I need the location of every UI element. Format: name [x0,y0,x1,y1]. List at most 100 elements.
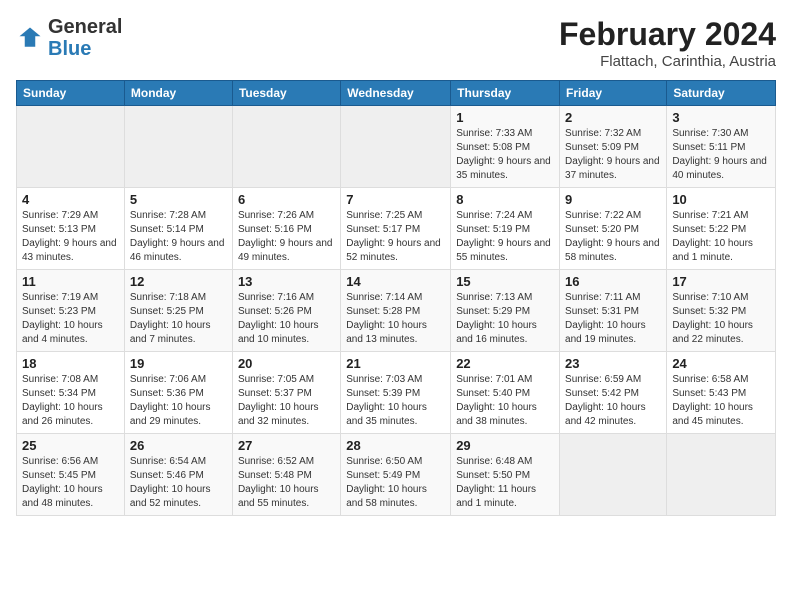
calendar-header-row: SundayMondayTuesdayWednesdayThursdayFrid… [17,81,776,106]
day-number: 24 [672,356,770,371]
column-header-thursday: Thursday [451,81,560,106]
calendar-cell: 22 Sunrise: 7:01 AM Sunset: 5:40 PM Dayli… [451,352,560,434]
day-info: Sunrise: 7:10 AM Sunset: 5:32 PM Dayligh… [672,291,770,347]
column-header-sunday: Sunday [17,81,125,106]
day-info: Sunrise: 7:11 AM Sunset: 5:31 PM Dayligh… [565,291,661,347]
calendar-cell: 23 Sunrise: 6:59 AM Sunset: 5:42 PM Dayli… [560,352,667,434]
column-header-tuesday: Tuesday [232,81,340,106]
calendar-cell: 26 Sunrise: 6:54 AM Sunset: 5:46 PM Dayli… [124,434,232,516]
calendar-week-row: 25Sunrise: 6:56 AM Sunset: 5:45 PM Dayli… [17,434,776,516]
day-number: 20 [238,356,335,371]
day-number: 22 [456,356,554,371]
column-header-wednesday: Wednesday [341,81,451,106]
day-info: Sunrise: 6:59 AM Sunset: 5:42 PM Dayligh… [565,373,661,429]
day-number: 14 [346,274,445,289]
calendar-week-row: 4 Sunrise: 7:29 AM Sunset: 5:13 PM Daylig… [17,188,776,270]
calendar-cell: 8 Sunrise: 7:24 AM Sunset: 5:19 PM Daylig… [451,188,560,270]
calendar-cell: 28 Sunrise: 6:50 AM Sunset: 5:49 PM Dayli… [341,434,451,516]
calendar-cell: 13 Sunrise: 7:16 AM Sunset: 5:26 PM Dayli… [232,270,340,352]
calendar-week-row: 1Sunrise: 7:33 AM Sunset: 5:08 PM Daylig… [17,106,776,188]
day-info: Sunrise: 7:05 AM Sunset: 5:37 PM Dayligh… [238,373,335,429]
calendar-cell: 4 Sunrise: 7:29 AM Sunset: 5:13 PM Daylig… [17,188,125,270]
day-info: Sunrise: 7:18 AM Sunset: 5:25 PM Dayligh… [130,291,227,347]
day-info: Sunrise: 7:06 AM Sunset: 5:36 PM Dayligh… [130,373,227,429]
calendar-cell [667,434,776,516]
day-info: Sunrise: 7:01 AM Sunset: 5:40 PM Dayligh… [456,373,554,429]
column-header-monday: Monday [124,81,232,106]
day-info: Sunrise: 7:30 AM Sunset: 5:11 PM Dayligh… [672,127,770,183]
day-info: Sunrise: 7:08 AM Sunset: 5:34 PM Dayligh… [22,373,119,429]
page-header: General Blue February 2024 Flattach, Car… [16,16,776,70]
day-number: 7 [346,192,445,207]
day-info: Sunrise: 6:52 AM Sunset: 5:48 PM Dayligh… [238,455,335,511]
day-info: Sunrise: 6:54 AM Sunset: 5:46 PM Dayligh… [130,455,227,511]
calendar-cell: 17Sunrise: 7:10 AM Sunset: 5:32 PM Dayli… [667,270,776,352]
day-number: 10 [672,192,770,207]
calendar-week-row: 18 Sunrise: 7:08 AM Sunset: 5:34 PM Dayli… [17,352,776,434]
day-info: Sunrise: 7:29 AM Sunset: 5:13 PM Dayligh… [22,209,119,265]
calendar-cell: 21Sunrise: 7:03 AM Sunset: 5:39 PM Dayli… [341,352,451,434]
calendar-cell: 18 Sunrise: 7:08 AM Sunset: 5:34 PM Dayli… [17,352,125,434]
day-info: Sunrise: 7:24 AM Sunset: 5:19 PM Dayligh… [456,209,554,265]
calendar-cell: 6Sunrise: 7:26 AM Sunset: 5:16 PM Daylig… [232,188,340,270]
day-info: Sunrise: 7:16 AM Sunset: 5:26 PM Dayligh… [238,291,335,347]
day-info: Sunrise: 7:14 AM Sunset: 5:28 PM Dayligh… [346,291,445,347]
day-info: Sunrise: 7:21 AM Sunset: 5:22 PM Dayligh… [672,209,770,265]
calendar-cell: 5Sunrise: 7:28 AM Sunset: 5:14 PM Daylig… [124,188,232,270]
calendar-cell: 7 Sunrise: 7:25 AM Sunset: 5:17 PM Daylig… [341,188,451,270]
calendar-cell: 11 Sunrise: 7:19 AM Sunset: 5:23 PM Dayli… [17,270,125,352]
location-title: Flattach, Carinthia, Austria [559,53,776,70]
calendar-cell: 20 Sunrise: 7:05 AM Sunset: 5:37 PM Dayli… [232,352,340,434]
title-area: February 2024 Flattach, Carinthia, Austr… [559,16,776,70]
calendar-cell: 25Sunrise: 6:56 AM Sunset: 5:45 PM Dayli… [17,434,125,516]
calendar-cell: 19 Sunrise: 7:06 AM Sunset: 5:36 PM Dayli… [124,352,232,434]
day-number: 18 [22,356,119,371]
day-number: 15 [456,274,554,289]
calendar-cell [232,106,340,188]
day-number: 11 [22,274,119,289]
logo: General Blue [16,16,122,60]
day-info: Sunrise: 7:19 AM Sunset: 5:23 PM Dayligh… [22,291,119,347]
day-info: Sunrise: 7:25 AM Sunset: 5:17 PM Dayligh… [346,209,445,265]
day-number: 8 [456,192,554,207]
day-info: Sunrise: 7:32 AM Sunset: 5:09 PM Dayligh… [565,127,661,183]
day-number: 26 [130,438,227,453]
day-number: 4 [22,192,119,207]
day-number: 13 [238,274,335,289]
column-header-friday: Friday [560,81,667,106]
calendar-cell: 2 Sunrise: 7:32 AM Sunset: 5:09 PM Daylig… [560,106,667,188]
day-info: Sunrise: 6:58 AM Sunset: 5:43 PM Dayligh… [672,373,770,429]
calendar-cell: 14 Sunrise: 7:14 AM Sunset: 5:28 PM Dayli… [341,270,451,352]
day-number: 23 [565,356,661,371]
calendar-cell: 29 Sunrise: 6:48 AM Sunset: 5:50 PM Dayli… [451,434,560,516]
logo-text: General Blue [48,16,122,60]
day-number: 16 [565,274,661,289]
calendar-cell: 1Sunrise: 7:33 AM Sunset: 5:08 PM Daylig… [451,106,560,188]
calendar-cell: 10 Sunrise: 7:21 AM Sunset: 5:22 PM Dayli… [667,188,776,270]
calendar-table: SundayMondayTuesdayWednesdayThursdayFrid… [16,80,776,516]
day-number: 28 [346,438,445,453]
calendar-cell: 15Sunrise: 7:13 AM Sunset: 5:29 PM Dayli… [451,270,560,352]
logo-blue: Blue [48,38,91,60]
day-number: 19 [130,356,227,371]
calendar-cell [560,434,667,516]
day-number: 29 [456,438,554,453]
calendar-cell [124,106,232,188]
day-number: 9 [565,192,661,207]
logo-general: General [48,16,122,38]
calendar-cell: 24 Sunrise: 6:58 AM Sunset: 5:43 PM Dayli… [667,352,776,434]
day-number: 12 [130,274,227,289]
day-number: 21 [346,356,445,371]
day-info: Sunrise: 6:50 AM Sunset: 5:49 PM Dayligh… [346,455,445,511]
day-number: 3 [672,110,770,125]
calendar-cell [17,106,125,188]
day-number: 2 [565,110,661,125]
calendar-cell: 9Sunrise: 7:22 AM Sunset: 5:20 PM Daylig… [560,188,667,270]
calendar-cell [341,106,451,188]
calendar-cell: 27Sunrise: 6:52 AM Sunset: 5:48 PM Dayli… [232,434,340,516]
day-number: 1 [456,110,554,125]
day-info: Sunrise: 7:28 AM Sunset: 5:14 PM Dayligh… [130,209,227,265]
month-title: February 2024 [559,16,776,53]
column-header-saturday: Saturday [667,81,776,106]
day-info: Sunrise: 6:48 AM Sunset: 5:50 PM Dayligh… [456,455,554,511]
